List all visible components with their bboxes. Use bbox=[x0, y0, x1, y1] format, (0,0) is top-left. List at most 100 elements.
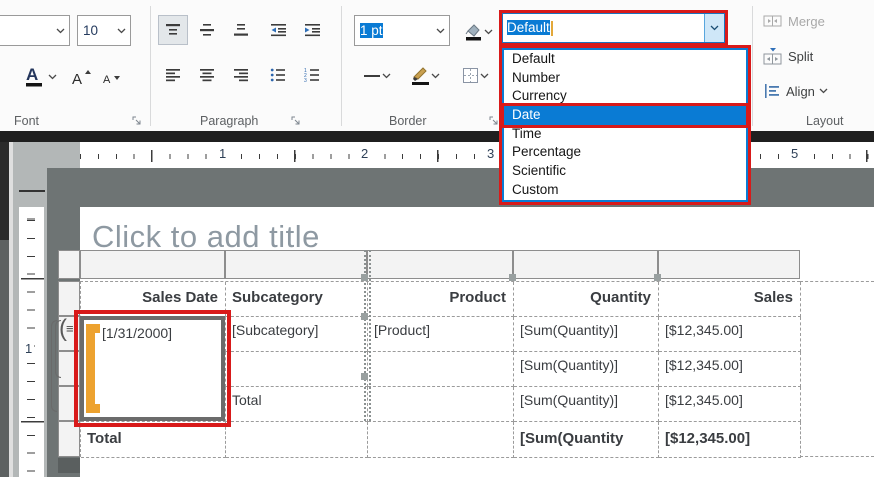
gripper[interactable] bbox=[361, 274, 368, 281]
shrink-font-icon: A bbox=[100, 67, 124, 87]
fill-color-button[interactable] bbox=[456, 15, 500, 49]
table-cell[interactable]: [Product] bbox=[368, 317, 514, 352]
table-cell[interactable]: [$12,345.00] bbox=[659, 317, 801, 352]
text-cursor bbox=[551, 21, 553, 36]
decrease-indent-button[interactable] bbox=[262, 15, 294, 45]
table-cell[interactable]: Total bbox=[81, 422, 226, 458]
table-cell[interactable]: [$12,345.00] bbox=[659, 352, 801, 387]
table-resize-handle[interactable] bbox=[58, 458, 80, 473]
annotation-box-list: Default Number Currency Date Time Percen… bbox=[499, 45, 751, 205]
gripper[interactable] bbox=[509, 274, 516, 281]
format-option-currency[interactable]: Currency bbox=[504, 87, 746, 106]
merge-label: Merge bbox=[788, 14, 825, 29]
increase-indent-button[interactable] bbox=[296, 15, 328, 45]
format-option-default[interactable]: Default bbox=[504, 50, 746, 69]
font-group-label: Font bbox=[14, 114, 39, 128]
paragraph-group-label: Paragraph bbox=[200, 114, 258, 128]
font-size-combo[interactable]: 10 bbox=[77, 15, 131, 46]
header-cell[interactable]: Product bbox=[368, 282, 514, 317]
align-menu-button[interactable]: Align bbox=[763, 79, 828, 103]
border-color-button[interactable] bbox=[403, 60, 447, 92]
body-guide-line bbox=[800, 281, 874, 282]
table-cell[interactable]: Total bbox=[226, 387, 368, 422]
left-panel-edge bbox=[0, 240, 9, 477]
font-dialog-launcher-icon[interactable] bbox=[132, 116, 143, 127]
table-cell[interactable]: [$12,345.00] bbox=[659, 387, 801, 422]
body-guide-line bbox=[800, 456, 874, 457]
table-cell[interactable] bbox=[368, 422, 514, 458]
align-center-button[interactable] bbox=[192, 60, 222, 90]
table-cell[interactable] bbox=[226, 422, 368, 458]
line-style-icon bbox=[364, 74, 382, 78]
table-cell[interactable]: [Sum(Quantity)] bbox=[514, 352, 659, 387]
format-option-percentage[interactable]: Percentage bbox=[504, 143, 746, 162]
gripper[interactable] bbox=[654, 274, 661, 281]
table-cell[interactable]: [$12,345.00] bbox=[659, 422, 801, 458]
format-option-custom[interactable]: Custom bbox=[504, 181, 746, 200]
align-top-button[interactable] bbox=[158, 15, 188, 45]
column-handle[interactable] bbox=[367, 250, 513, 279]
borders-button[interactable] bbox=[451, 60, 499, 92]
bullet-list-button[interactable] bbox=[262, 60, 294, 90]
table-cell[interactable] bbox=[368, 387, 514, 422]
combo-dropdown-button[interactable] bbox=[704, 14, 724, 42]
group-separator bbox=[150, 6, 151, 126]
annotation-box-cell bbox=[74, 310, 231, 427]
horizontal-ruler-minor-ticks bbox=[80, 154, 874, 159]
borders-grid-icon bbox=[462, 67, 480, 85]
border-width-value: 1 pt bbox=[360, 23, 383, 38]
format-option-scientific[interactable]: Scientific bbox=[504, 162, 746, 181]
horizontal-ruler-number: 2 bbox=[359, 146, 370, 161]
chevron-down-icon bbox=[710, 25, 719, 31]
align-right-icon bbox=[233, 68, 249, 82]
border-style-button[interactable] bbox=[354, 62, 400, 90]
annotation-box-combo: Default bbox=[499, 10, 728, 46]
align-middle-button[interactable] bbox=[192, 15, 222, 45]
fill-color-bucket-icon bbox=[464, 23, 484, 42]
svg-text:A: A bbox=[103, 74, 111, 86]
chevron-down-icon bbox=[819, 88, 828, 94]
format-option-date[interactable]: Date bbox=[504, 106, 746, 125]
ruler-corner bbox=[13, 142, 80, 168]
header-cell[interactable]: Quantity bbox=[514, 282, 659, 317]
shrink-font-button[interactable]: A bbox=[98, 62, 126, 92]
merge-button[interactable]: Merge bbox=[763, 10, 825, 32]
border-group-label: Border bbox=[389, 114, 427, 128]
column-handle[interactable] bbox=[80, 250, 225, 279]
align-center-icon bbox=[199, 68, 215, 82]
table-cell[interactable] bbox=[368, 352, 514, 387]
table-corner-handle[interactable] bbox=[58, 250, 80, 279]
gripper[interactable] bbox=[361, 373, 368, 380]
align-bottom-button[interactable] bbox=[226, 15, 256, 45]
number-format-combo[interactable]: Default bbox=[502, 13, 725, 43]
table-cell[interactable]: [Sum(Quantity bbox=[514, 422, 659, 458]
format-option-time[interactable]: Time bbox=[504, 125, 746, 144]
table-cell[interactable]: [Sum(Quantity)] bbox=[514, 317, 659, 352]
column-handle[interactable] bbox=[225, 250, 367, 279]
align-left-button[interactable] bbox=[158, 60, 188, 90]
table-cell[interactable] bbox=[226, 352, 368, 387]
table-cell[interactable]: [Sum(Quantity)] bbox=[514, 387, 659, 422]
align-left-icon bbox=[165, 68, 181, 82]
align-bottom-icon bbox=[233, 23, 249, 37]
align-right-button[interactable] bbox=[226, 60, 256, 90]
font-name-combo[interactable] bbox=[0, 15, 70, 46]
split-button[interactable]: Split bbox=[763, 44, 813, 68]
svg-text:A: A bbox=[72, 71, 82, 87]
column-handle[interactable] bbox=[658, 250, 800, 279]
bullet-list-icon bbox=[270, 68, 286, 82]
font-color-button[interactable]: A bbox=[16, 60, 64, 94]
chevron-down-icon bbox=[382, 73, 391, 79]
column-handle[interactable] bbox=[513, 250, 658, 279]
header-cell[interactable]: Subcategory bbox=[226, 282, 368, 317]
table-cell[interactable]: [Subcategory] bbox=[226, 317, 368, 352]
layout-group-label: Layout bbox=[806, 114, 844, 128]
grow-font-button[interactable]: A bbox=[68, 62, 96, 92]
font-color-icon: A bbox=[24, 64, 48, 90]
numbered-list-button[interactable]: 123 bbox=[296, 60, 328, 90]
border-width-combo[interactable]: 1 pt bbox=[354, 15, 450, 46]
format-option-number[interactable]: Number bbox=[504, 69, 746, 88]
header-cell[interactable]: Sales bbox=[659, 282, 801, 317]
gripper[interactable] bbox=[361, 313, 368, 320]
paragraph-dialog-launcher-icon[interactable] bbox=[291, 116, 302, 127]
